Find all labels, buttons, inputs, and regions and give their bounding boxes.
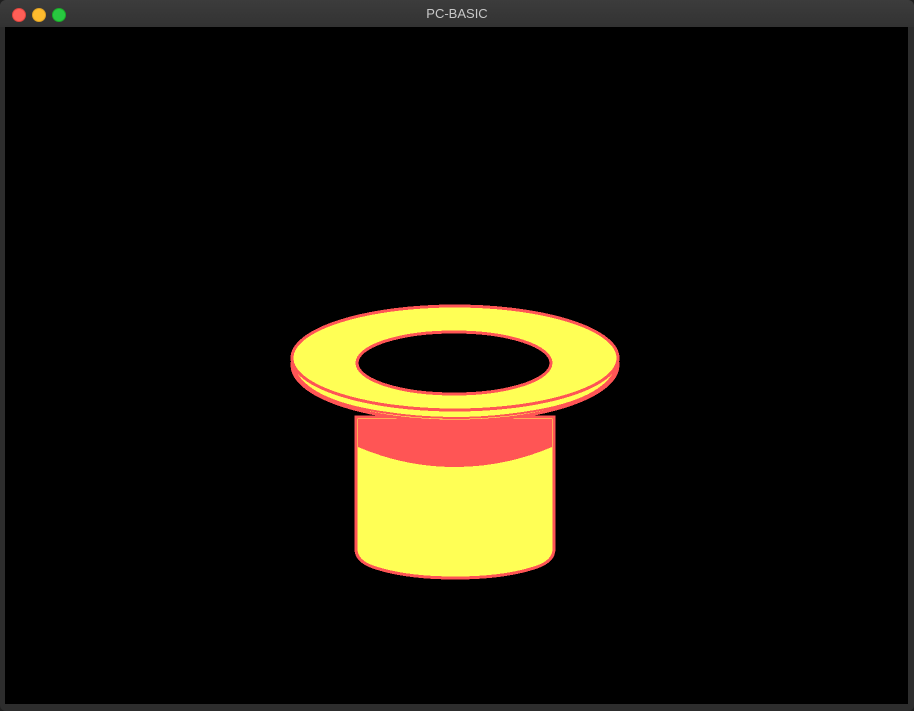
window-right-edge [908,27,914,704]
window-title: PC-BASIC [426,6,488,21]
top-hat-icon [290,304,620,580]
hat-crown [354,415,556,580]
window-bottom-edge [0,704,914,711]
hat-opening [355,330,553,396]
title-bar[interactable]: PC-BASIC [0,0,914,28]
hat-brim [290,304,620,423]
pc-basic-window: PC-BASIC [0,0,914,711]
basic-graphics-screen[interactable] [5,27,908,704]
